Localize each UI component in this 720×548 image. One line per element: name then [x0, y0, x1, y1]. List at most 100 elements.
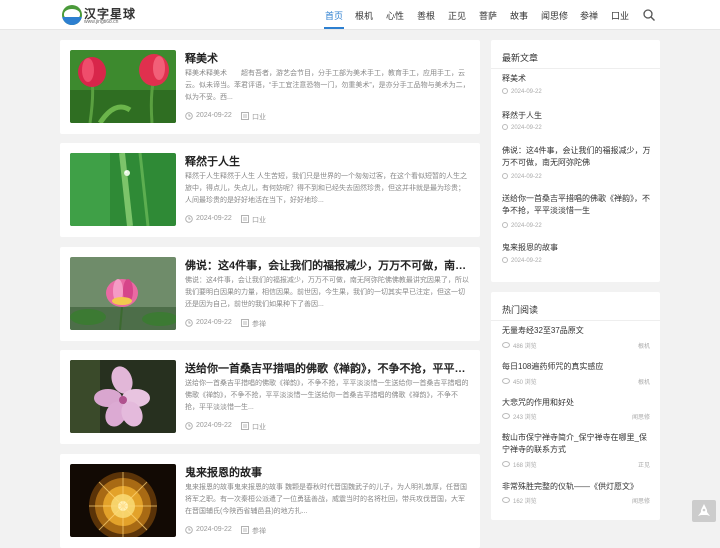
nav-item-pusa[interactable]: 菩萨 [479, 9, 497, 22]
category-icon [241, 422, 249, 430]
latest-item-title[interactable]: 佛说：这4件事，会让我们的福报减少，万万不可做，南无阿弥陀佛 [502, 145, 652, 169]
latest-item-date: 2024-09-22 [502, 222, 542, 229]
category-icon [241, 215, 249, 223]
top-navbar: 汉字星球 www.jingti68.cn 首页 根机 心性 善根 正见 菩萨 故… [0, 0, 720, 30]
article-category[interactable]: 参禅 [252, 319, 266, 329]
nav-item-kouye[interactable]: 口业 [611, 9, 629, 22]
nav-item-wensixiu[interactable]: 闻思修 [541, 9, 568, 22]
article-title[interactable]: 释然于人生 [185, 153, 470, 169]
latest-item-date: 2024-09-22 [502, 88, 542, 95]
clock-icon [185, 526, 193, 534]
popular-item-views: 243 浏览 [502, 412, 537, 421]
article-meta: 2024-09-22 口业 [185, 421, 470, 433]
article-thumbnail[interactable] [70, 360, 176, 433]
search-icon[interactable] [643, 9, 655, 21]
article-excerpt: 送给你一首桑吉平措唱的佛歌《禅韵》，不争不抢，平平淡淡惜一生送给你一首桑吉平措唱… [185, 380, 469, 411]
article-date: 2024-09-22 [196, 526, 232, 533]
eye-icon [502, 497, 510, 503]
article-date: 2024-09-22 [196, 319, 232, 326]
eye-icon [502, 413, 510, 419]
latest-articles-widget: 最新文章 释美术 2024-09-22 释然于人生 2024-09-22 佛说：… [491, 40, 660, 282]
article-thumbnail[interactable] [70, 153, 176, 226]
clock-icon [502, 257, 508, 263]
nav-item-canchan[interactable]: 参禅 [580, 9, 598, 22]
rocket-icon [698, 504, 710, 516]
popular-item-views: 168 浏览 [502, 460, 537, 469]
clock-icon [185, 422, 193, 430]
clock-icon [502, 124, 508, 130]
nav-item-genji[interactable]: 根机 [355, 9, 373, 22]
article-meta: 2024-09-22 口业 [185, 214, 470, 226]
article-category[interactable]: 口业 [252, 112, 266, 122]
popular-item-views: 162 浏览 [502, 496, 537, 505]
article-category[interactable]: 参禅 [252, 526, 266, 536]
eye-icon [502, 342, 510, 348]
widget-heading: 最新文章 [502, 53, 539, 63]
article-thumbnail[interactable] [70, 50, 176, 123]
article-card[interactable]: 鬼来报恩的故事 鬼来报恩的故事鬼来报恩的故事 魏颗是春秋时代晋国魏武子的儿子，为… [60, 454, 480, 548]
popular-item-category[interactable]: 根机 [638, 341, 650, 350]
popular-item-title[interactable]: 无量寿经32至37品原文 [502, 325, 652, 337]
article-title[interactable]: 送给你一首桑吉平措唱的佛歌《禅韵》，不争不抢，平平淡淡... [185, 360, 470, 376]
article-excerpt: 释然于人生释然于人生 人生苦短，我们只是世界的一个匆匆过客，在这个看似短暂的人生… [185, 173, 467, 204]
latest-item-title[interactable]: 送给你一首桑吉平措唱的佛歌《禅韵》，不争不抢，平平淡淡惜一生 [502, 193, 652, 217]
article-excerpt: 释美术释美术 超有吾者，游艺会节目，分手工部为美术手工，教育手工，应用手工，云云… [185, 70, 470, 101]
widget-divider [491, 320, 660, 321]
popular-item-views: 486 浏览 [502, 341, 537, 350]
popular-item-category[interactable]: 闻思修 [632, 496, 650, 505]
popular-item-category[interactable]: 根机 [638, 377, 650, 386]
latest-item-date: 2024-09-22 [502, 124, 542, 131]
popular-item-views: 450 浏览 [502, 377, 537, 386]
article-category[interactable]: 口业 [252, 215, 266, 225]
popular-item-title[interactable]: 每日108遍药师咒的真实感应 [502, 361, 652, 373]
nav-active-indicator [324, 27, 344, 29]
latest-item-title[interactable]: 释美术 [502, 73, 652, 85]
popular-item-category[interactable]: 闻思修 [632, 412, 650, 421]
nav-item-shangen[interactable]: 善根 [417, 9, 435, 22]
popular-articles-widget: 热门阅读 无量寿经32至37品原文 486 浏览 根机 每日108遍药师咒的真实… [491, 292, 660, 520]
article-card[interactable]: 送给你一首桑吉平措唱的佛歌《禅韵》，不争不抢，平平淡淡... 送给你一首桑吉平措… [60, 350, 480, 444]
article-category[interactable]: 口业 [252, 422, 266, 432]
eye-icon [502, 378, 510, 384]
logo-mark-icon [62, 5, 82, 25]
article-date: 2024-09-22 [196, 215, 232, 222]
article-thumbnail[interactable] [70, 464, 176, 537]
latest-item-date: 2024-09-22 [502, 173, 542, 180]
article-excerpt: 鬼来报恩的故事鬼来报恩的故事 魏颗是春秋时代晋国魏武子的儿子，为人明礼敦厚，任晋… [185, 484, 467, 515]
article-card[interactable]: 佛说：这4件事，会让我们的福报减少，万万不可做，南无阿弥... 佛说：这4件事，… [60, 247, 480, 341]
nav-item-zhengjian[interactable]: 正见 [448, 9, 466, 22]
nav-item-home[interactable]: 首页 [325, 9, 343, 22]
article-date: 2024-09-22 [196, 112, 232, 119]
article-card[interactable]: 释然于人生 释然于人生释然于人生 人生苦短，我们只是世界的一个匆匆过客，在这个看… [60, 143, 480, 237]
clock-icon [185, 215, 193, 223]
article-card[interactable]: 释美术 释美术释美术 超有吾者，游艺会节目，分手工部为美术手工，教育手工，应用手… [60, 40, 480, 134]
article-excerpt: 佛说：这4件事，会让我们的福报减少，万万不可做，南无阿弥陀佛佛教最讲究因果了，所… [185, 277, 469, 308]
article-meta: 2024-09-22 口业 [185, 111, 470, 123]
back-to-top-button[interactable] [692, 500, 716, 522]
article-meta: 2024-09-22 参禅 [185, 318, 470, 330]
nav-item-xinxing[interactable]: 心性 [386, 9, 404, 22]
category-icon [241, 526, 249, 534]
widget-heading: 热门阅读 [502, 305, 539, 315]
article-title[interactable]: 鬼来报恩的故事 [185, 464, 470, 480]
category-icon [241, 319, 249, 327]
popular-item-category[interactable]: 正见 [638, 460, 650, 469]
site-logo[interactable]: 汉字星球 www.jingti68.cn [62, 4, 142, 26]
popular-item-title[interactable]: 鞍山市保宁禅寺简介_保宁禅寺在哪里_保宁禅寺的联系方式 [502, 432, 652, 456]
popular-item-title[interactable]: 大悲咒的作用和好处 [502, 397, 652, 409]
widget-divider [491, 68, 660, 69]
eye-icon [502, 461, 510, 467]
clock-icon [185, 112, 193, 120]
clock-icon [502, 222, 508, 228]
article-title[interactable]: 释美术 [185, 50, 470, 66]
popular-item-title[interactable]: 非常殊胜完整的仪轨——《供灯愿文》 [502, 481, 652, 493]
article-thumbnail[interactable] [70, 257, 176, 330]
latest-item-date: 2024-09-22 [502, 257, 542, 264]
latest-item-title[interactable]: 鬼来报恩的故事 [502, 242, 652, 254]
clock-icon [502, 173, 508, 179]
article-title[interactable]: 佛说：这4件事，会让我们的福报减少，万万不可做，南无阿弥... [185, 257, 470, 273]
site-url: www.jingti68.cn [84, 19, 119, 25]
latest-item-title[interactable]: 释然于人生 [502, 110, 652, 122]
nav-item-gushi[interactable]: 故事 [510, 9, 528, 22]
article-date: 2024-09-22 [196, 422, 232, 429]
